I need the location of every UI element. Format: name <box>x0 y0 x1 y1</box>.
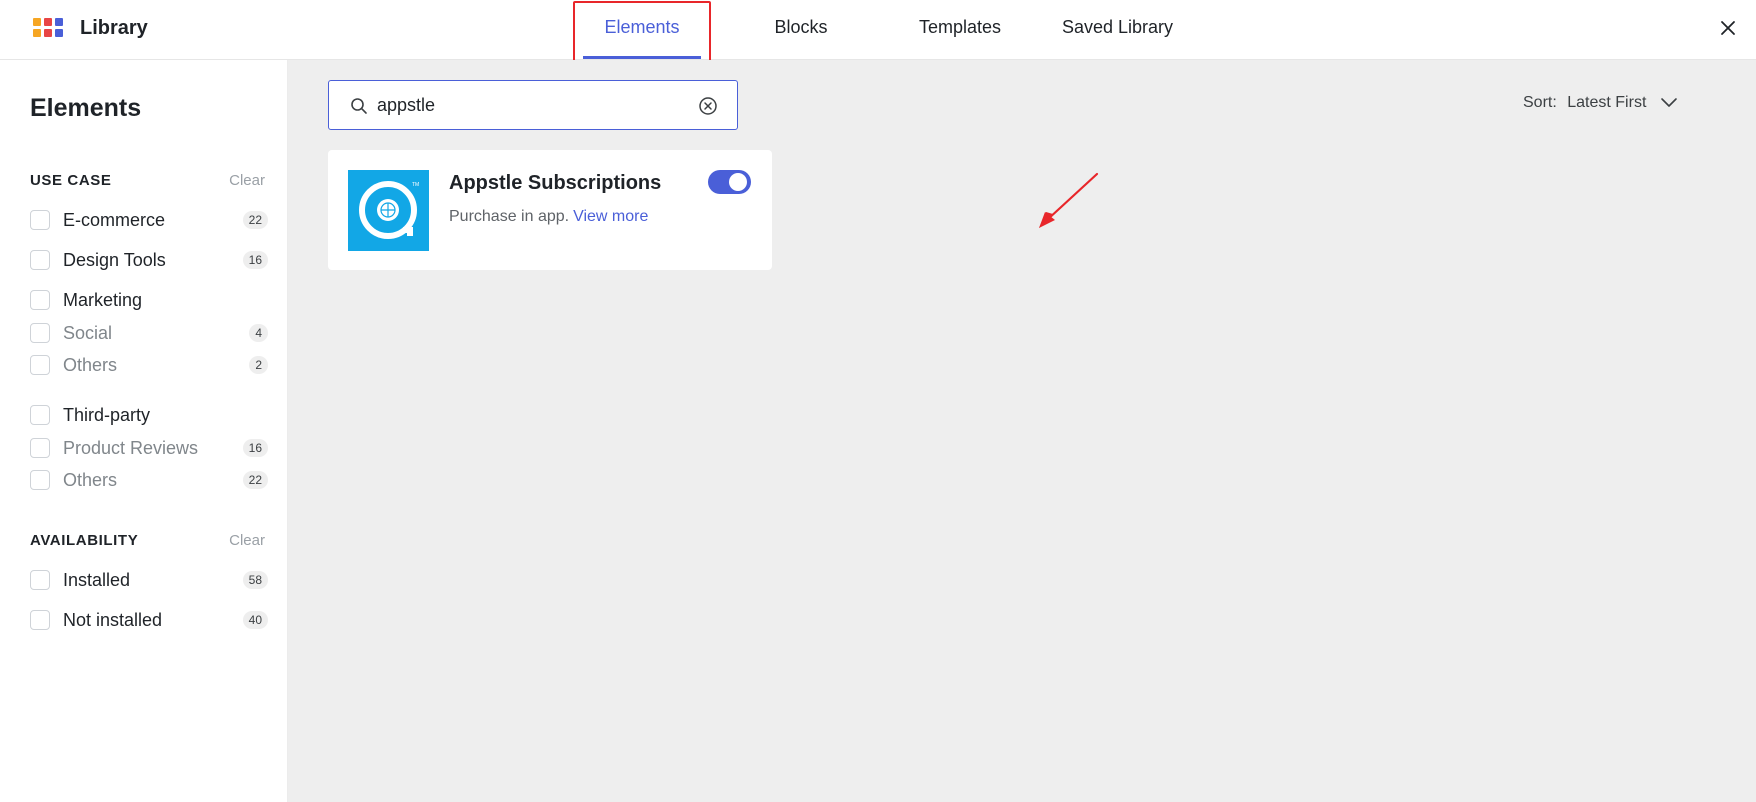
filter-label: Marketing <box>63 290 143 310</box>
sidebar-title: Elements <box>30 94 142 122</box>
checkbox[interactable] <box>30 405 50 425</box>
filter-marketing-others[interactable]: Others 2 <box>30 353 268 377</box>
brand-title: Library <box>80 17 148 39</box>
use-case-title: USE CASE <box>30 172 112 189</box>
tab-templates[interactable]: Templates <box>905 17 1015 59</box>
sort-value: Latest First <box>1567 94 1647 111</box>
checkbox[interactable] <box>30 610 50 630</box>
header: Library Elements Blocks Templates Saved … <box>0 0 1756 62</box>
filter-label: Product Reviews <box>63 438 199 458</box>
red-arrow-annotation <box>1039 172 1099 228</box>
svg-text:TM: TM <box>412 182 419 188</box>
result-title: Appstle Subscriptions <box>449 172 662 194</box>
filter-label: E-commerce <box>63 210 166 230</box>
filter-not-installed[interactable]: Not installed 40 <box>30 608 268 632</box>
tab-highlight-box <box>573 1 711 62</box>
checkbox[interactable] <box>30 438 50 458</box>
results-panel: Sort: Latest First TM Appstle Subscripti… <box>288 60 1756 802</box>
use-case-clear-link[interactable]: Clear <box>229 172 265 189</box>
filter-installed[interactable]: Installed 58 <box>30 568 268 592</box>
checkbox[interactable] <box>30 250 50 270</box>
search-input[interactable] <box>377 91 687 119</box>
filter-label: Design Tools <box>63 250 166 270</box>
filter-design-tools[interactable]: Design Tools 16 <box>30 248 268 272</box>
filter-count: 16 <box>242 439 268 457</box>
clear-search-icon[interactable] <box>697 95 719 117</box>
checkbox[interactable] <box>30 290 50 310</box>
filter-label: Others <box>63 470 118 490</box>
filter-ecommerce[interactable]: E-commerce 22 <box>30 208 268 232</box>
tab-blocks[interactable]: Blocks <box>760 17 842 59</box>
checkbox[interactable] <box>30 323 50 343</box>
checkbox[interactable] <box>30 570 50 590</box>
filter-label: Third-party <box>63 405 151 425</box>
filter-third-party[interactable]: Third-party <box>30 403 268 427</box>
filter-count: 22 <box>242 471 268 489</box>
search-icon <box>351 98 367 114</box>
sort-label: Sort: <box>1523 94 1557 111</box>
checkbox[interactable] <box>30 210 50 230</box>
description-text: Purchase in app. <box>449 208 570 225</box>
filter-count: 4 <box>249 324 268 342</box>
result-description: Purchase in app. View more <box>449 208 648 226</box>
view-more-link[interactable]: View more <box>573 208 648 225</box>
filter-count: 58 <box>242 571 268 589</box>
result-card[interactable]: TM Appstle Subscriptions Purchase in app… <box>328 150 772 270</box>
sort-dropdown[interactable]: Sort: Latest First <box>1523 94 1646 112</box>
availability-title: AVAILABILITY <box>30 532 139 549</box>
chevron-down-icon[interactable] <box>1660 96 1678 110</box>
filter-third-party-others[interactable]: Others 22 <box>30 468 268 492</box>
enable-toggle[interactable] <box>708 170 751 194</box>
filter-count: 40 <box>242 611 268 629</box>
filter-count: 22 <box>242 211 268 229</box>
filter-label: Social <box>63 323 113 343</box>
filter-product-reviews[interactable]: Product Reviews 16 <box>30 436 268 460</box>
filter-label: Not installed <box>63 610 163 630</box>
filter-label: Installed <box>63 570 131 590</box>
filter-label: Others <box>63 355 118 375</box>
close-icon[interactable] <box>1716 16 1740 40</box>
filter-count: 2 <box>249 356 268 374</box>
availability-clear-link[interactable]: Clear <box>229 532 265 549</box>
tab-saved-library[interactable]: Saved Library <box>1055 17 1180 59</box>
checkbox[interactable] <box>30 355 50 375</box>
search-box[interactable] <box>328 80 738 130</box>
filter-sidebar: Elements USE CASE Clear E-commerce 22 De… <box>0 60 288 802</box>
library-logo-icon <box>33 18 67 40</box>
filter-social[interactable]: Social 4 <box>30 321 268 345</box>
filter-count: 16 <box>242 251 268 269</box>
toggle-knob[interactable] <box>729 173 747 191</box>
checkbox[interactable] <box>30 470 50 490</box>
filter-marketing[interactable]: Marketing <box>30 288 268 312</box>
appstle-app-icon: TM <box>348 170 429 251</box>
